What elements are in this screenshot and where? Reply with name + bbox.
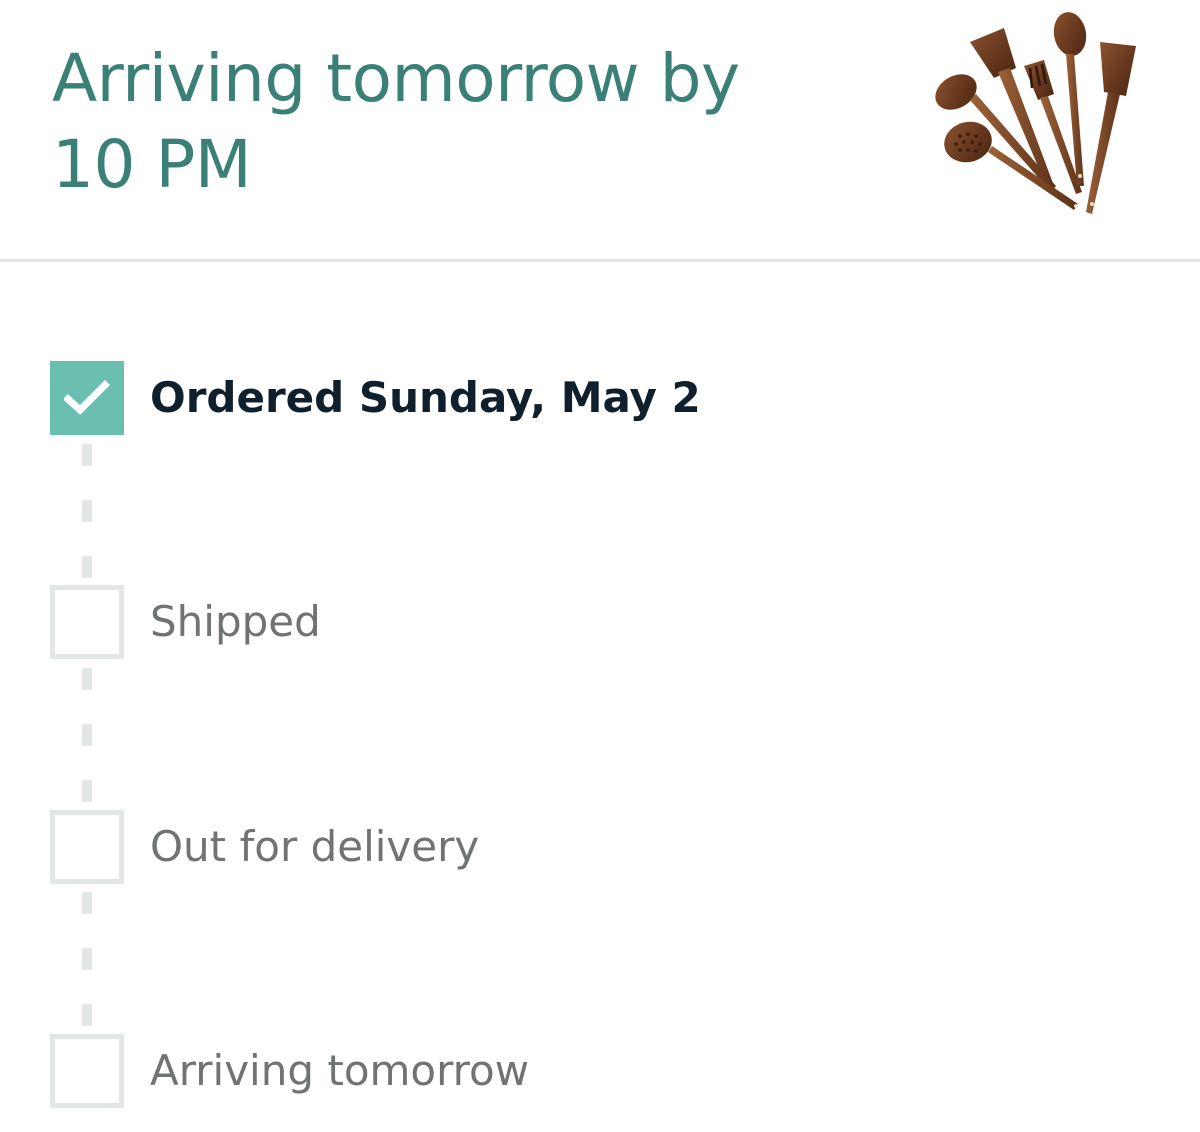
empty-box-icon — [50, 585, 124, 659]
product-thumbnail[interactable] — [926, 8, 1146, 222]
wooden-utensil-set-icon — [935, 12, 1136, 214]
step-label: Shipped — [150, 597, 321, 646]
empty-box-icon — [50, 810, 124, 884]
delivery-estimate-title: Arriving tomorrow by 10 PM — [52, 40, 740, 203]
progress-connector — [82, 668, 92, 818]
progress-connector — [82, 444, 92, 594]
tracker-step-ordered: Ordered Sunday, May 2 — [50, 361, 1150, 435]
step-label: Arriving tomorrow — [150, 1046, 530, 1095]
step-label: Ordered Sunday, May 2 — [150, 373, 701, 422]
step-checkbox-completed — [50, 361, 124, 435]
empty-box-icon — [50, 1034, 124, 1108]
check-icon — [64, 380, 110, 415]
progress-connector — [82, 892, 92, 1042]
shipment-progress-tracker: Ordered Sunday, May 2 Shipped Out for de… — [0, 262, 1200, 1132]
delivery-tracking-page: Arriving tomorrow by 10 PM Ordered Sunda… — [0, 0, 1200, 1132]
delivery-header: Arriving tomorrow by 10 PM — [0, 0, 1200, 262]
tracker-step-shipped: Shipped — [50, 585, 1150, 659]
tracker-step-out-for-delivery: Out for delivery — [50, 810, 1150, 884]
step-label: Out for delivery — [150, 822, 480, 871]
tracker-step-arriving: Arriving tomorrow — [50, 1034, 1150, 1108]
